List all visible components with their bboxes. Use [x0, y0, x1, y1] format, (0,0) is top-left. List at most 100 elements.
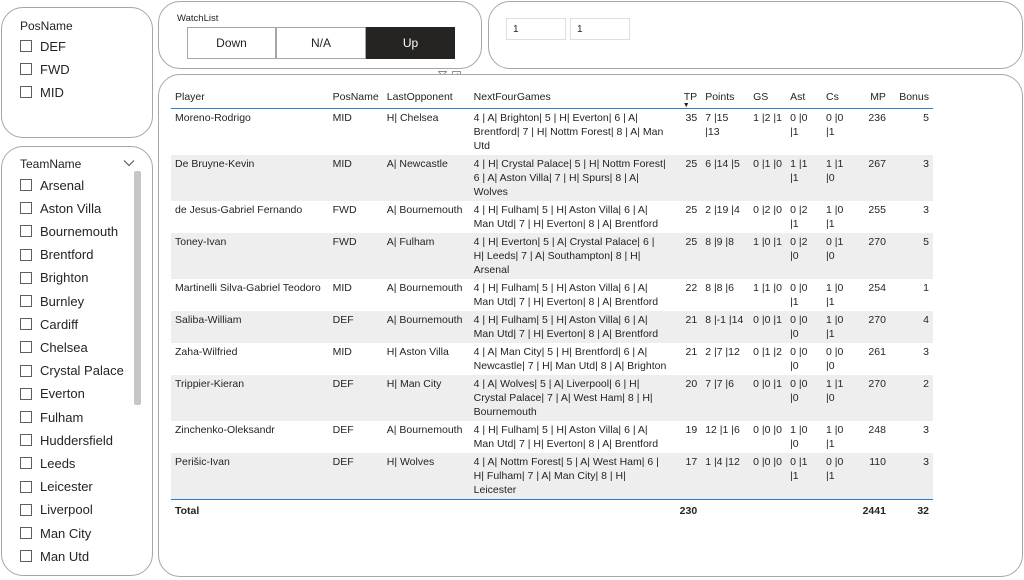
column-header-bonus[interactable]: Bonus	[889, 86, 933, 109]
checkbox[interactable]	[20, 248, 32, 261]
table-row[interactable]: Zaha-Wilfried MID H| Aston Villa 4 | A| Man…	[171, 343, 933, 375]
team-item[interactable]: Arsenal	[20, 177, 84, 193]
pos-item-def[interactable]: DEF	[20, 38, 66, 54]
table-cell-nextfourgames: 4 | A| Wolves| 5 | A| Liverpool| 6 | H| …	[469, 375, 672, 421]
column-header-ast[interactable]: Ast	[786, 86, 823, 109]
table-cell-ast: 0 |1 |1	[786, 453, 823, 500]
checkbox[interactable]	[20, 364, 32, 377]
team-item[interactable]: Leeds	[20, 455, 75, 471]
column-header-label: PosName	[332, 91, 379, 103]
checkbox[interactable]	[20, 527, 32, 539]
range-min-input[interactable]: 1	[506, 18, 566, 40]
range-filter-panel: 1 1	[488, 1, 1023, 69]
team-item[interactable]: Huddersfield	[20, 432, 113, 448]
team-item-label: Brighton	[40, 270, 89, 286]
checkbox[interactable]	[20, 271, 32, 284]
table-cell-mp: 254	[868, 282, 886, 294]
team-item[interactable]: Fulham	[20, 409, 83, 425]
watchlist-na-button[interactable]: N/A	[276, 27, 366, 59]
table-cell-tp: 21	[671, 311, 702, 343]
table-cell-player: Martinelli Silva-Gabriel Teodoro	[175, 282, 321, 294]
table-row[interactable]: Saliba-William DEF A| Bournemouth 4 | H| Fu…	[171, 311, 933, 343]
table-cell-ast: 0 |0 |0	[786, 375, 823, 421]
team-item-label: Chelsea	[40, 339, 88, 355]
total-cell-bonus: 32	[889, 499, 933, 524]
team-item[interactable]: Crystal Palace	[20, 363, 124, 379]
table-row[interactable]: Trippier-Kieran DEF H| Man City 4 | A| Wolv…	[171, 375, 933, 421]
teamname-slicer: TeamName Arsenal Aston Villa Bournemouth Br…	[1, 146, 153, 576]
column-header-cs[interactable]: Cs	[822, 86, 858, 109]
checkbox[interactable]	[20, 202, 32, 215]
table-row[interactable]: Perišic-Ivan DEF H| Wolves 4 | A| Nottm For…	[171, 453, 933, 500]
column-header-lastopponent[interactable]: LastOpponent	[382, 86, 470, 109]
team-item[interactable]: Burnley	[20, 293, 84, 309]
table-cell-mp: 236	[868, 112, 886, 124]
table-row[interactable]: De Bruyne-Kevin MID A| Newcastle 4 | H| Cry…	[171, 155, 933, 201]
team-item[interactable]: Chelsea	[20, 339, 88, 355]
team-item-label: Liverpool	[40, 502, 93, 518]
total-cell-gs	[749, 499, 787, 524]
checkbox[interactable]	[20, 295, 32, 307]
checkbox[interactable]	[20, 457, 32, 470]
column-header-tp[interactable]: TP ▼	[671, 86, 702, 109]
table-cell-posname: DEF	[328, 375, 383, 421]
team-item[interactable]: Brentford	[20, 247, 93, 263]
total-cell-cs	[822, 499, 858, 524]
table-cell-posname: MID	[332, 282, 352, 294]
table-row[interactable]: Moreno-Rodrigo MID H| Chelsea 4 | A| Bright…	[171, 109, 933, 156]
watchlist-up-button[interactable]: Up	[366, 27, 455, 59]
table-cell-bonus: 5	[889, 233, 933, 279]
team-item[interactable]: Bournemouth	[20, 223, 118, 239]
column-header-player[interactable]: Player	[171, 86, 329, 109]
table-row[interactable]: de Jesus-Gabriel Fernando FWD A| Bournemou…	[171, 201, 933, 233]
team-item[interactable]: Leicester	[20, 479, 93, 495]
checkbox[interactable]	[20, 341, 32, 354]
checkbox[interactable]	[20, 411, 32, 423]
team-item-label: Leicester	[40, 479, 93, 495]
table-header-row: Player PosName LastOpponent NextFourGames TP…	[171, 86, 933, 109]
team-item[interactable]: Everton	[20, 386, 85, 402]
team-item[interactable]: Liverpool	[20, 502, 93, 518]
checkbox[interactable]	[20, 434, 32, 447]
table-cell-nextfourgames: 4 | H| Crystal Palace| 5 | H| Nottm Fore…	[469, 155, 672, 201]
checkbox[interactable]	[20, 318, 32, 331]
chevron-down-icon[interactable]	[123, 159, 135, 167]
column-header-posname[interactable]: PosName	[328, 86, 383, 109]
team-item-label: Crystal Palace	[40, 363, 124, 379]
column-header-label: LastOpponent	[386, 91, 453, 103]
column-header-gs[interactable]: GS	[749, 86, 787, 109]
checkbox[interactable]	[20, 179, 32, 191]
checkbox[interactable]	[20, 503, 32, 516]
team-item[interactable]: Man Utd	[20, 548, 89, 564]
player-table: Player PosName LastOpponent NextFourGames TP…	[171, 86, 933, 524]
table-cell-gs: 0 |0 |0	[753, 424, 782, 436]
table-cell-mp: 255	[868, 204, 886, 216]
team-item[interactable]: Brighton	[20, 270, 88, 286]
team-list-scrollbar[interactable]	[134, 171, 141, 405]
watchlist-down-button[interactable]: Down	[187, 27, 276, 59]
checkbox[interactable]	[20, 550, 32, 563]
column-header-nextfourgames[interactable]: NextFourGames	[469, 86, 672, 109]
checkbox[interactable]	[20, 387, 32, 400]
table-row[interactable]: Toney-Ivan FWD A| Fulham 4 | H| Everton| 5 …	[171, 233, 933, 279]
team-item-label: Leeds	[40, 455, 76, 471]
table-row[interactable]: Martinelli Silva-Gabriel Teodoro MID A| Bo…	[171, 279, 933, 311]
checkbox[interactable]	[20, 480, 32, 493]
range-max-input[interactable]: 1	[570, 18, 630, 40]
checkbox[interactable]	[20, 63, 32, 75]
table-cell-bonus: 5	[923, 112, 929, 124]
pos-item-mid[interactable]: MID	[20, 84, 64, 100]
table-row[interactable]: Zinchenko-Oleksandr DEF A| Bournemouth 4 | …	[171, 421, 933, 453]
column-header-points[interactable]: Points	[701, 86, 750, 109]
table-cell-points: 2 |7 |12	[705, 346, 740, 358]
total-cell-nextfourgames	[469, 499, 672, 524]
checkbox[interactable]	[20, 40, 32, 52]
table-cell-ast: 0 |0 |1	[790, 112, 808, 138]
checkbox[interactable]	[20, 86, 32, 98]
column-header-mp[interactable]: MP	[857, 86, 890, 109]
pos-item-fwd[interactable]: FWD	[20, 61, 70, 77]
checkbox[interactable]	[20, 225, 32, 238]
team-item[interactable]: Aston Villa	[20, 200, 101, 216]
team-item[interactable]: Man City	[20, 525, 91, 541]
team-item[interactable]: Cardiff	[20, 316, 78, 332]
